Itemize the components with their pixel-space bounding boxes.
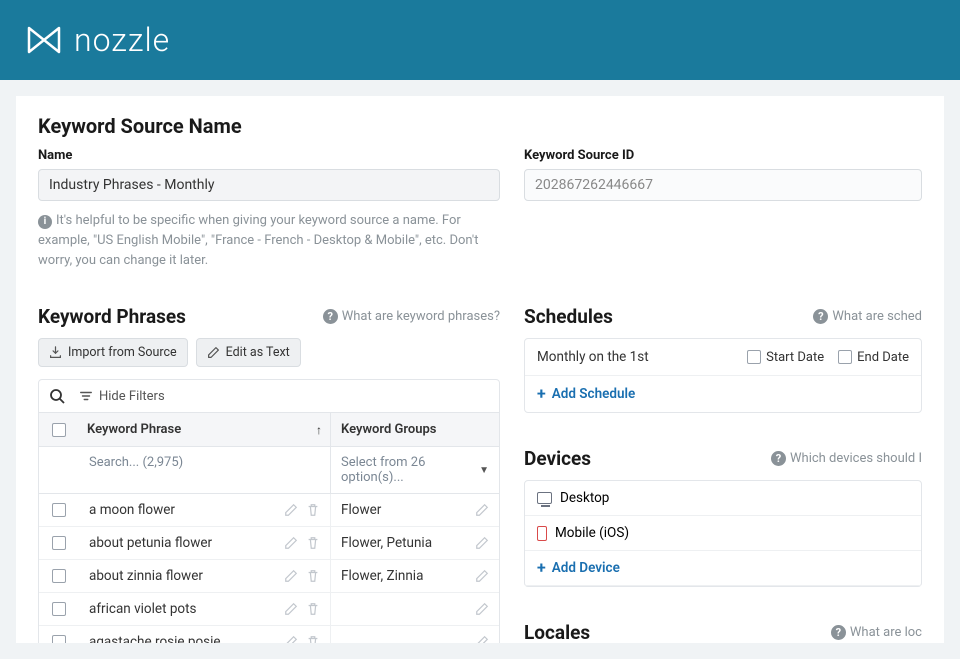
delete-row-icon[interactable] [306,536,320,550]
help-icon: ? [813,309,828,324]
delete-row-icon[interactable] [306,635,320,643]
table-row: about petunia flower Flower, Petunia [39,527,499,560]
select-all-checkbox[interactable] [39,413,79,446]
desktop-icon [537,492,552,504]
chevron-down-icon: ▼ [479,465,489,476]
plus-icon: + [537,386,546,402]
table-row: a moon flower Flower [39,494,499,527]
start-date-checkbox[interactable]: Start Date [747,350,824,365]
name-hint: iIt's helpful to be specific when giving… [38,211,500,271]
end-date-checkbox[interactable]: End Date [838,350,909,365]
phrase-text: african violet pots [89,601,197,617]
add-device-button[interactable]: +Add Device [537,560,620,576]
row-checkbox[interactable] [39,627,79,643]
help-icon: ? [771,451,786,466]
locales-title: Locales [524,621,590,643]
row-checkbox[interactable] [39,495,79,525]
phrase-text: about zinnia flower [89,568,203,584]
app-header: nozzle [0,0,960,80]
edit-row-icon[interactable] [284,569,298,583]
import-icon [49,346,62,359]
delete-row-icon[interactable] [306,602,320,616]
phrases-table: Hide Filters Keyword Phrase↑ Keyword Gro… [38,379,500,643]
add-schedule-button[interactable]: +Add Schedule [537,386,635,402]
col-keyword-groups[interactable]: Keyword Groups [331,413,499,446]
brand-name: nozzle [74,21,170,59]
phrases-title: Keyword Phrases [38,305,186,328]
name-input[interactable] [38,169,500,201]
id-input [524,169,922,201]
edit-groups-icon[interactable] [475,635,489,643]
row-checkbox[interactable] [39,594,79,624]
schedules-help[interactable]: ?What are sched [813,309,922,324]
groups-select[interactable]: Select from 26 option(s)...▼ [331,447,499,493]
main-panel: Keyword Source Name Name iIt's helpful t… [16,96,944,643]
delete-row-icon[interactable] [306,569,320,583]
help-icon: ? [831,625,846,640]
phrase-text: agastache rosie posie [89,634,221,643]
table-row: agastache rosie posie [39,626,499,643]
table-row: about zinnia flower Flower, Zinnia [39,560,499,593]
edit-groups-icon[interactable] [475,536,489,550]
edit-as-text-button[interactable]: Edit as Text [196,338,301,367]
page-title: Keyword Source Name [38,114,922,138]
edit-groups-icon[interactable] [475,503,489,517]
edit-row-icon[interactable] [284,602,298,616]
groups-text: Flower, Zinnia [341,568,423,584]
hide-filters-button[interactable]: Hide Filters [79,389,165,404]
sort-asc-icon: ↑ [316,423,322,437]
edit-row-icon[interactable] [284,635,298,643]
edit-row-icon[interactable] [284,503,298,517]
col-keyword-phrase[interactable]: Keyword Phrase↑ [79,413,331,446]
row-checkbox[interactable] [39,561,79,591]
table-row: african violet pots [39,593,499,626]
search-icon[interactable] [49,388,65,404]
phrases-help[interactable]: ?What are keyword phrases? [323,309,500,324]
phrase-text: about petunia flower [89,535,212,551]
phrase-text: a moon flower [89,502,175,518]
name-label: Name [38,148,500,163]
row-checkbox[interactable] [39,528,79,558]
groups-text: Flower, Petunia [341,535,432,551]
filter-icon [79,389,93,403]
edit-icon [207,346,220,359]
edit-row-icon[interactable] [284,536,298,550]
brand-logo: nozzle [24,20,170,60]
mobile-icon [537,526,547,541]
id-label: Keyword Source ID [524,148,922,163]
edit-groups-icon[interactable] [475,602,489,616]
logo-icon [24,20,64,60]
edit-groups-icon[interactable] [475,569,489,583]
devices-title: Devices [524,447,591,470]
schedule-item: Monthly on the 1st [537,349,649,365]
import-from-source-button[interactable]: Import from Source [38,338,188,367]
info-icon: i [38,215,52,229]
device-mobile[interactable]: Mobile (iOS) [525,516,921,551]
delete-row-icon[interactable] [306,503,320,517]
locales-help[interactable]: ?What are loc [831,625,922,640]
groups-text: Flower [341,502,381,518]
phrase-search-input[interactable]: Search... (2,975) [79,447,331,493]
plus-icon: + [537,560,546,576]
device-desktop[interactable]: Desktop [525,481,921,516]
help-icon: ? [323,309,338,324]
devices-help[interactable]: ?Which devices should I [771,451,922,466]
schedules-title: Schedules [524,305,613,328]
